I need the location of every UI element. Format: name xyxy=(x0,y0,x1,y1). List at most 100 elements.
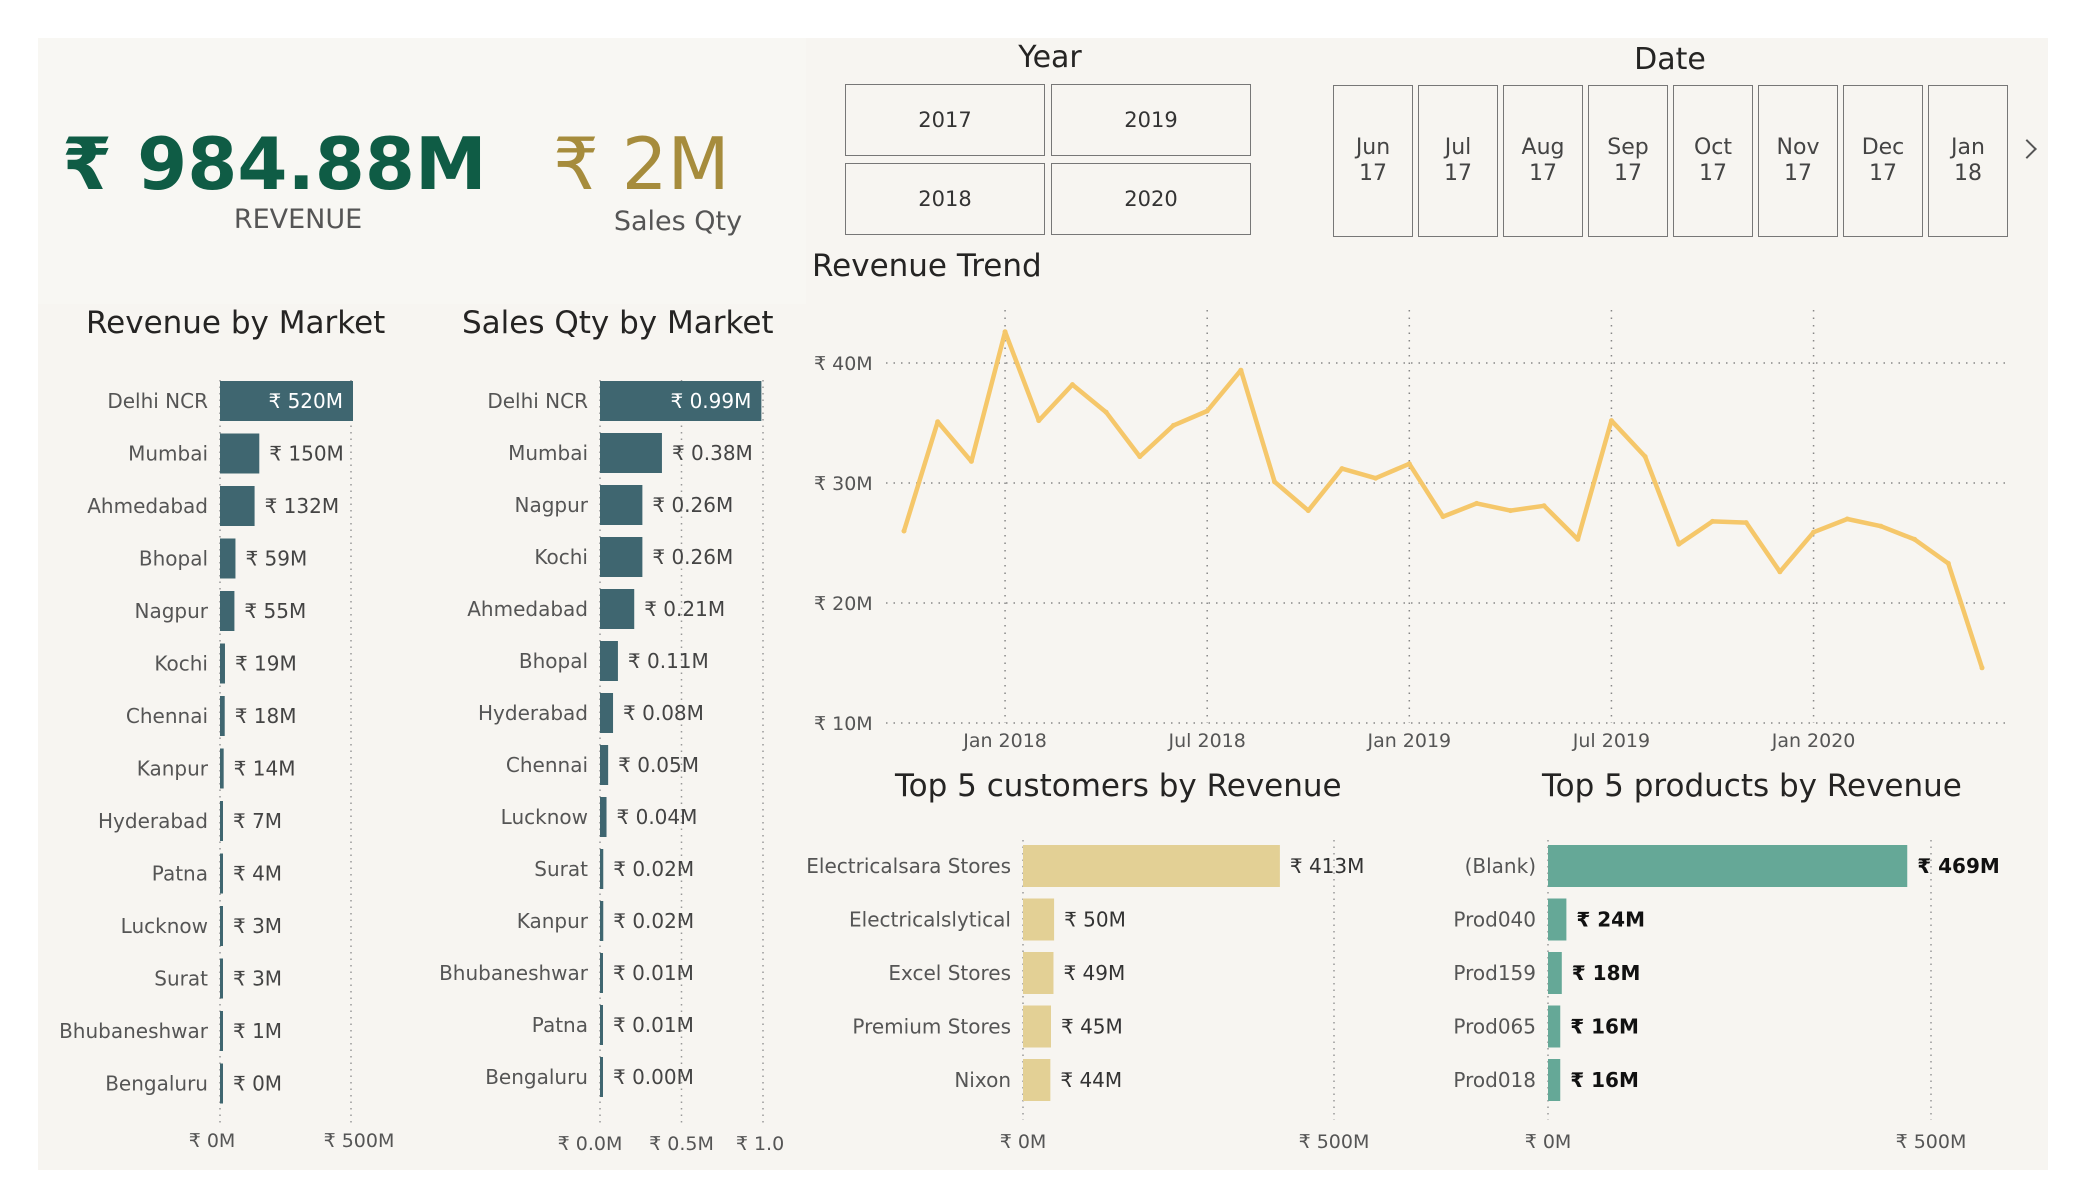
bar[interactable] xyxy=(1023,1059,1051,1101)
data-point[interactable] xyxy=(1945,560,1951,566)
x-tick-label: Jul 2019 xyxy=(1572,730,1650,752)
sales-qty-by-market-chart: ₹ 0.0M ₹ 0.5M ₹ 1.0 Delhi NCR ₹ 0.99M Mumbai ₹… xyxy=(439,380,784,1155)
bar[interactable] xyxy=(600,745,609,785)
data-point[interactable] xyxy=(968,458,974,464)
bar[interactable] xyxy=(1548,1005,1561,1048)
bar[interactable] xyxy=(220,801,223,841)
bar[interactable] xyxy=(1548,845,1908,887)
bar[interactable] xyxy=(220,433,260,474)
bar[interactable] xyxy=(220,748,224,789)
data-point[interactable] xyxy=(1406,461,1412,467)
bar[interactable] xyxy=(600,433,662,473)
data-point[interactable] xyxy=(1878,523,1884,529)
bar[interactable] xyxy=(220,643,225,684)
bar[interactable] xyxy=(220,958,223,999)
bar[interactable] xyxy=(220,538,236,579)
bar[interactable] xyxy=(220,696,225,736)
bar[interactable] xyxy=(1023,898,1055,941)
date-option[interactable]: Nov 17 xyxy=(1758,85,1838,237)
date-option-month: Oct xyxy=(1693,135,1733,161)
bar[interactable] xyxy=(600,641,618,681)
data-point[interactable] xyxy=(901,528,907,534)
data-point[interactable] xyxy=(1541,503,1547,509)
data-point[interactable] xyxy=(1036,418,1042,424)
bar[interactable] xyxy=(220,906,223,946)
bar[interactable] xyxy=(600,953,603,993)
data-point[interactable] xyxy=(1069,382,1075,388)
bar[interactable] xyxy=(220,1011,223,1051)
data-point[interactable] xyxy=(1373,475,1379,481)
data-point[interactable] xyxy=(1710,518,1715,524)
year-option[interactable]: 2020 xyxy=(1051,163,1251,235)
data-point[interactable] xyxy=(1171,422,1176,428)
date-option[interactable]: Sep 17 xyxy=(1588,85,1668,237)
data-point[interactable] xyxy=(1979,665,1985,671)
data-point[interactable] xyxy=(1440,514,1446,520)
bar[interactable] xyxy=(220,853,223,894)
data-label: ₹ 150M xyxy=(269,442,344,466)
data-point[interactable] xyxy=(1777,569,1783,575)
date-option[interactable]: Oct 17 xyxy=(1673,85,1753,237)
date-option[interactable]: Jul 17 xyxy=(1418,85,1498,237)
data-label: ₹ 0.05M xyxy=(618,753,699,777)
data-point[interactable] xyxy=(1743,520,1749,526)
data-point[interactable] xyxy=(1642,454,1648,460)
category-label: Bengaluru xyxy=(485,1065,588,1089)
data-point[interactable] xyxy=(1272,479,1278,485)
data-label: ₹ 18M xyxy=(1572,961,1641,985)
year-option[interactable]: 2017 xyxy=(845,84,1045,156)
data-point[interactable] xyxy=(1608,418,1614,424)
bar[interactable] xyxy=(1023,1005,1051,1048)
bar[interactable] xyxy=(1548,1059,1561,1101)
date-option[interactable]: Jan 18 xyxy=(1928,85,2008,237)
date-option[interactable]: Aug 17 xyxy=(1503,85,1583,237)
data-point[interactable] xyxy=(1002,329,1008,335)
data-point[interactable] xyxy=(1339,466,1345,472)
category-label: Mumbai xyxy=(128,442,208,466)
data-point[interactable] xyxy=(1305,508,1311,514)
data-point[interactable] xyxy=(1912,536,1918,542)
bar[interactable] xyxy=(1548,898,1567,941)
data-point[interactable] xyxy=(1676,541,1682,547)
data-label: ₹ 19M xyxy=(235,652,297,676)
top5-products-title: Top 5 products by Revenue xyxy=(1542,768,1962,804)
data-point[interactable] xyxy=(1137,454,1143,460)
year-option[interactable]: 2018 xyxy=(845,163,1045,235)
data-point[interactable] xyxy=(1238,367,1244,373)
year-slicer-title: Year xyxy=(1018,40,1082,75)
date-option[interactable]: Jun 17 xyxy=(1333,85,1413,237)
bar[interactable] xyxy=(1023,845,1280,887)
data-point[interactable] xyxy=(1575,536,1581,542)
data-point[interactable] xyxy=(1103,409,1109,415)
category-label: (Blank) xyxy=(1465,854,1536,878)
revenue-trend-line[interactable] xyxy=(901,329,1985,671)
data-label: ₹ 469M xyxy=(1917,854,2000,878)
top5-customers-title: Top 5 customers by Revenue xyxy=(895,768,1342,804)
bar[interactable] xyxy=(600,589,635,629)
bar[interactable] xyxy=(600,693,614,733)
data-point[interactable] xyxy=(1811,529,1817,535)
bar[interactable] xyxy=(600,797,607,837)
data-point[interactable] xyxy=(935,419,941,425)
category-label: Excel Stores xyxy=(888,961,1011,985)
data-point[interactable] xyxy=(1507,508,1513,514)
bar[interactable] xyxy=(1023,952,1054,994)
bar[interactable] xyxy=(600,485,643,525)
year-option[interactable]: 2019 xyxy=(1051,84,1251,156)
bar[interactable] xyxy=(1548,952,1562,994)
date-option[interactable]: Dec 17 xyxy=(1843,85,1923,237)
bar[interactable] xyxy=(600,1057,603,1097)
data-point[interactable] xyxy=(1474,500,1480,506)
bar[interactable] xyxy=(600,849,604,889)
bar[interactable] xyxy=(600,1005,603,1045)
bar[interactable] xyxy=(220,486,255,526)
bar[interactable] xyxy=(220,591,235,631)
data-point[interactable] xyxy=(1844,516,1850,522)
category-label: Bengaluru xyxy=(105,1072,208,1096)
bar[interactable] xyxy=(600,901,604,941)
sales-qty-by-market-title: Sales Qty by Market xyxy=(462,305,774,341)
bar[interactable] xyxy=(600,537,643,577)
category-label: Prod065 xyxy=(1453,1015,1536,1039)
bar[interactable] xyxy=(220,1063,223,1104)
data-point[interactable] xyxy=(1204,408,1210,414)
